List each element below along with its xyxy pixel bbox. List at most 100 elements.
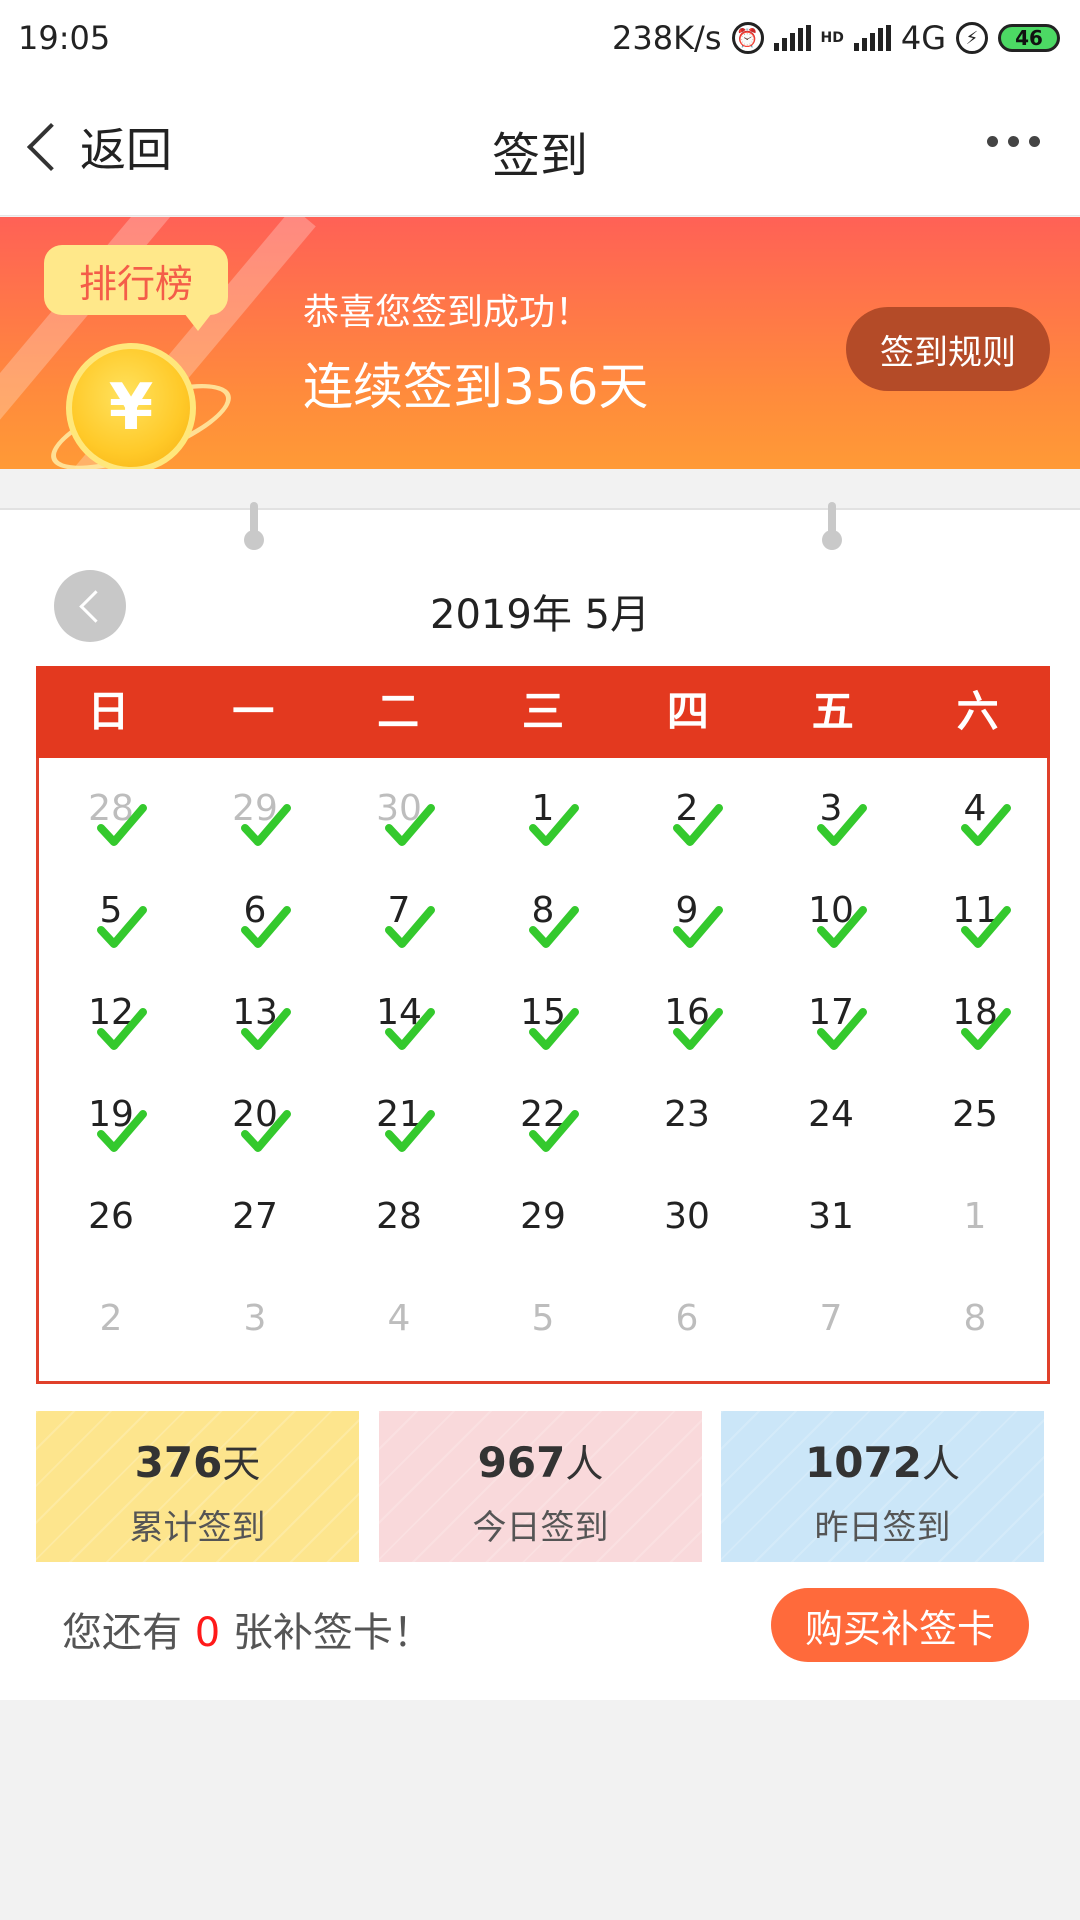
day-number: 28 xyxy=(376,1196,422,1237)
calendar-day[interactable]: 20 xyxy=(183,1064,327,1166)
calendar-day[interactable]: 5 xyxy=(471,1268,615,1370)
calendar-day[interactable]: 27 xyxy=(183,1166,327,1268)
day-number: 29 xyxy=(520,1196,566,1237)
checkmark-icon xyxy=(817,804,867,846)
stat-box: 967人 今日签到 xyxy=(379,1411,702,1562)
pin-decoration xyxy=(244,502,264,554)
network-type: 4G xyxy=(900,19,946,57)
calendar-days: 28 29 30 1 2 3 4 5 6 7 8 9 10 11 12 13 14 15 16 17 18 19 20 21 2… xyxy=(39,758,1047,1370)
calendar-day[interactable]: 12 xyxy=(39,962,183,1064)
status-time: 19:05 xyxy=(18,19,111,57)
success-message: 恭喜您签到成功！ xyxy=(303,292,592,333)
day-number: 31 xyxy=(808,1196,854,1237)
calendar-day[interactable]: 25 xyxy=(903,1064,1047,1166)
calendar-day[interactable]: 1 xyxy=(471,758,615,860)
calendar-day[interactable]: 10 xyxy=(759,860,903,962)
checkmark-icon xyxy=(529,804,579,846)
makeup-suffix: 张补签卡！ xyxy=(232,1610,433,1656)
calendar-day[interactable]: 24 xyxy=(759,1064,903,1166)
makeup-card-info: 您还有 0 张补签卡！ xyxy=(62,1600,433,1658)
month-title: 2019年 5月 xyxy=(430,592,650,638)
page-footer-space xyxy=(0,1700,1080,1920)
calendar-day[interactable]: 8 xyxy=(471,860,615,962)
calendar-day[interactable]: 26 xyxy=(39,1166,183,1268)
day-number: 5 xyxy=(531,1298,555,1339)
checkmark-icon xyxy=(961,906,1011,948)
checkmark-icon xyxy=(529,906,579,948)
checkmark-icon xyxy=(241,804,291,846)
calendar-day[interactable]: 16 xyxy=(615,962,759,1064)
calendar-day[interactable]: 3 xyxy=(183,1268,327,1370)
calendar-day[interactable]: 17 xyxy=(759,962,903,1064)
calendar-day[interactable]: 13 xyxy=(183,962,327,1064)
checkmark-icon xyxy=(241,906,291,948)
calendar-day[interactable]: 30 xyxy=(615,1166,759,1268)
calendar-day[interactable]: 4 xyxy=(903,758,1047,860)
calendar-day[interactable]: 7 xyxy=(759,1268,903,1370)
pin-decoration xyxy=(822,502,842,554)
weekday-label: 二 xyxy=(377,687,420,736)
calendar-day[interactable]: 2 xyxy=(39,1268,183,1370)
status-bar: 19:05 238K/s ⏰ HD 4G ⚡ 46 xyxy=(0,0,1080,76)
net-speed: 238K/s xyxy=(611,19,722,57)
day-number: 1 xyxy=(963,1196,987,1237)
calendar-day[interactable]: 28 xyxy=(39,758,183,860)
weekday-label: 日 xyxy=(87,687,130,736)
calendar-day[interactable]: 1 xyxy=(903,1166,1047,1268)
calendar-day[interactable]: 21 xyxy=(327,1064,471,1166)
weekday-label: 五 xyxy=(811,687,854,736)
checkmark-icon xyxy=(241,1110,291,1152)
calendar-day[interactable]: 19 xyxy=(39,1064,183,1166)
page-title: 签到 xyxy=(491,128,588,184)
calendar-day[interactable]: 6 xyxy=(183,860,327,962)
calendar-day[interactable]: 5 xyxy=(39,860,183,962)
calendar-day[interactable]: 31 xyxy=(759,1166,903,1268)
stat-unit: 人 xyxy=(565,1442,604,1486)
calendar-day[interactable]: 4 xyxy=(327,1268,471,1370)
calendar-day[interactable]: 8 xyxy=(903,1268,1047,1370)
calendar-day[interactable]: 3 xyxy=(759,758,903,860)
calendar-day[interactable]: 15 xyxy=(471,962,615,1064)
checkmark-icon xyxy=(817,906,867,948)
weekday-label: 六 xyxy=(956,687,999,736)
calendar-day[interactable]: 28 xyxy=(327,1166,471,1268)
calendar-day[interactable]: 29 xyxy=(183,758,327,860)
calendar-day[interactable]: 7 xyxy=(327,860,471,962)
calendar-day[interactable]: 18 xyxy=(903,962,1047,1064)
calendar-day[interactable]: 22 xyxy=(471,1064,615,1166)
day-number: 3 xyxy=(243,1298,267,1339)
calendar-day[interactable]: 29 xyxy=(471,1166,615,1268)
calendar-day[interactable]: 14 xyxy=(327,962,471,1064)
calendar-grid: 日一二三四五六 28 29 30 1 2 3 4 5 6 7 8 9 10 11 12 13 14 15 16 17 1… xyxy=(36,666,1050,1384)
hd-label: HD xyxy=(820,30,844,46)
alarm-icon: ⏰ xyxy=(731,22,764,54)
calendar-day[interactable]: 9 xyxy=(615,860,759,962)
calendar-day[interactable]: 2 xyxy=(615,758,759,860)
calendar-day[interactable]: 23 xyxy=(615,1064,759,1166)
buy-makeup-card-button[interactable]: 购买补签卡 xyxy=(771,1588,1029,1662)
makeup-prefix: 您还有 xyxy=(62,1610,182,1656)
signal-icon-2 xyxy=(853,25,891,51)
status-icons: 238K/s ⏰ HD 4G ⚡ 46 xyxy=(612,19,1060,57)
day-number: 24 xyxy=(808,1094,854,1135)
stat-value-line: 967人 xyxy=(379,1433,702,1488)
checkmark-icon xyxy=(385,804,435,846)
battery-icon: 46 xyxy=(998,24,1060,52)
calendar-day[interactable]: 11 xyxy=(903,860,1047,962)
stat-label: 昨日签到 xyxy=(814,1508,951,1548)
calendar-day[interactable]: 30 xyxy=(327,758,471,860)
checkin-banner: ¥ 排行榜 恭喜您签到成功！ 连续签到356天 签到规则 xyxy=(0,217,1080,469)
checkmark-icon xyxy=(97,804,147,846)
day-number: 23 xyxy=(664,1094,710,1135)
calendar-day[interactable]: 6 xyxy=(615,1268,759,1370)
stat-value-line: 376天 xyxy=(36,1433,359,1488)
more-menu-button[interactable] xyxy=(987,136,1040,147)
stat-box: 376天 累计签到 xyxy=(36,1411,359,1562)
checkmark-icon xyxy=(385,1110,435,1152)
rules-button[interactable]: 签到规则 xyxy=(846,307,1050,391)
leaderboard-button[interactable]: 排行榜 xyxy=(44,245,228,331)
stat-value: 967 xyxy=(477,1438,566,1487)
checkmark-icon xyxy=(529,1110,579,1152)
day-number: 27 xyxy=(232,1196,278,1237)
checkmark-icon xyxy=(529,1008,579,1050)
